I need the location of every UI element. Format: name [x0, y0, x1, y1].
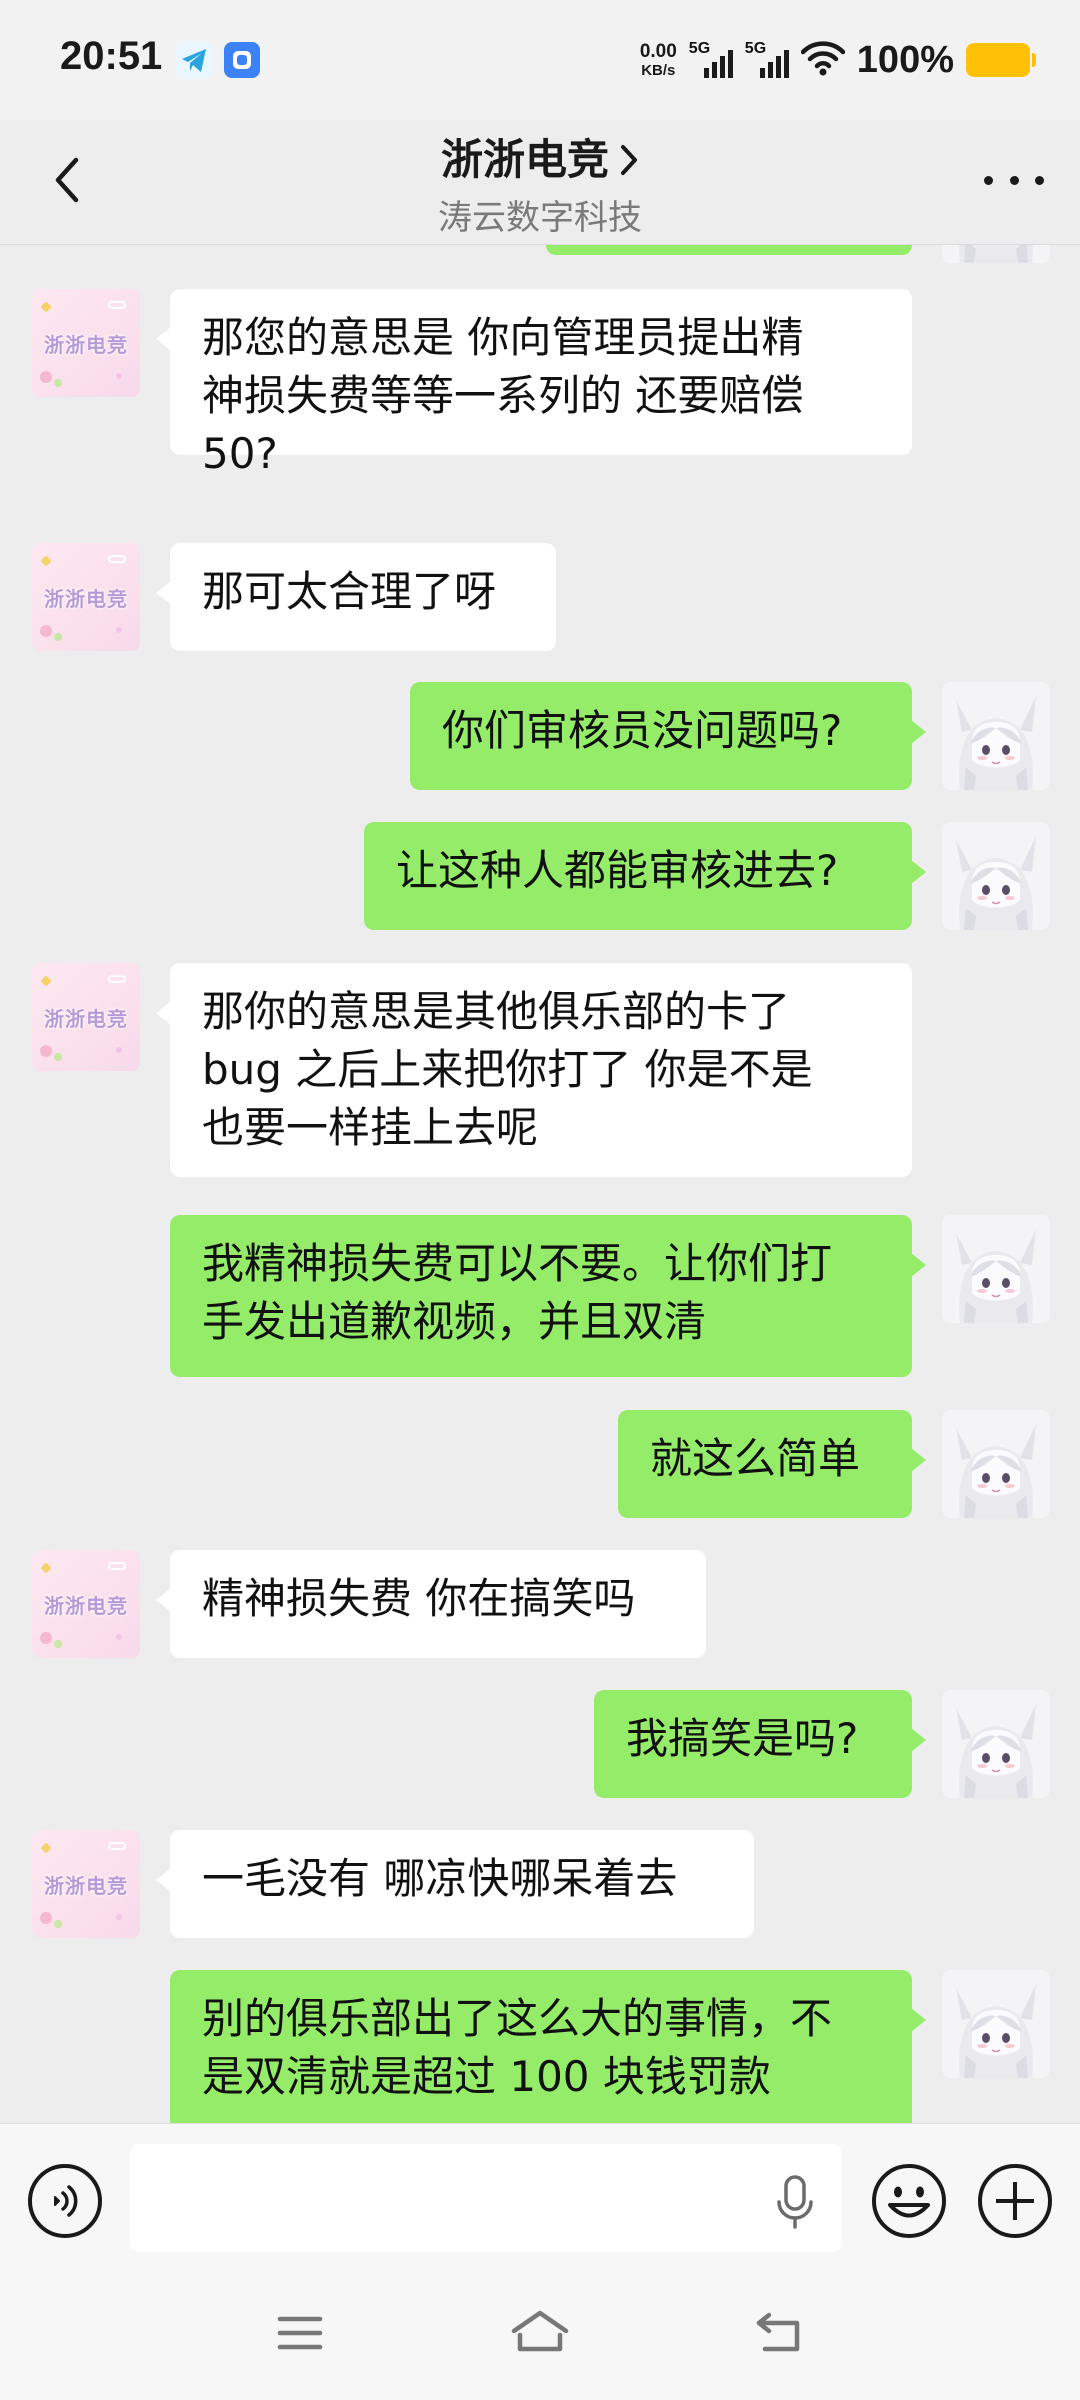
message-bubble-incoming[interactable]: 那您的意思是 你向管理员提出精 神损失费等等一系列的 还要赔偿 50?	[156, 289, 912, 478]
contact-avatar[interactable]: 浙浙电竞	[32, 963, 140, 1071]
emoji-icon	[872, 2164, 946, 2238]
battery-icon	[966, 43, 1036, 77]
contact-avatar[interactable]: 浙浙电竞	[32, 289, 140, 397]
system-nav-bar	[0, 2273, 1080, 2400]
menu-icon	[277, 2316, 323, 2350]
message-bubble-incoming[interactable]: 精神损失费 你在搞笑吗	[156, 1550, 706, 1658]
back-icon	[756, 2312, 800, 2352]
home-icon	[511, 2310, 569, 2352]
more-dots-icon	[984, 175, 993, 185]
message-input[interactable]	[130, 2144, 842, 2252]
chat-header: 浙浙电竞 涛云数字科技	[0, 120, 1080, 245]
avatar-label: 浙浙电竞	[44, 1007, 128, 1031]
chevron-right-icon	[619, 138, 639, 187]
message-bubble-outgoing[interactable]: 别的俱乐部出了这么大的事情，不 是双清就是超过 100 块钱罚款	[170, 1970, 926, 2123]
voice-button[interactable]	[28, 2164, 102, 2238]
mic-icon	[777, 2175, 813, 2229]
my-avatar[interactable]	[942, 1690, 1050, 1798]
message-bubble-incoming[interactable]: 那你的意思是其他俱乐部的卡了 bug 之后上来把你打了 你是不是 也要一样挂上去…	[156, 963, 912, 1177]
mic-button[interactable]	[768, 2170, 822, 2234]
message-bubble-outgoing[interactable]: 你们审核员没问题吗?	[410, 682, 926, 790]
emoji-button[interactable]	[870, 2162, 948, 2240]
nav-menu-button[interactable]	[260, 2301, 340, 2365]
message-bubble-outgoing[interactable]: 让这种人都能审核进去?	[364, 822, 926, 930]
message-bubble-outgoing[interactable]: 我精神损失费可以不要。让你们打 手发出道歉视频，并且双清	[170, 1215, 926, 1377]
message-bubble-outgoing[interactable]: 我搞笑是吗?	[594, 1690, 926, 1798]
contact-avatar[interactable]: 浙浙电竞	[32, 543, 140, 651]
voice-icon	[54, 2185, 78, 2217]
message-bubble-incoming[interactable]: 一毛没有 哪凉快哪呆着去	[156, 1830, 754, 1938]
more-button[interactable]	[984, 168, 1044, 192]
notification-app-icon	[224, 42, 260, 78]
my-avatar[interactable]	[942, 1215, 1050, 1323]
status-bar: 20:51 0.00 KB/s 5G 5G 100%	[0, 0, 1080, 120]
my-avatar[interactable]	[942, 1410, 1050, 1518]
contact-avatar[interactable]: 浙浙电竞	[32, 1830, 140, 1938]
my-avatar[interactable]	[942, 1970, 1050, 2078]
chat-title-text: 浙浙电竞	[440, 135, 609, 184]
avatar-label: 浙浙电竞	[44, 1874, 128, 1898]
message-bubble-outgoing[interactable]: 就这么简单	[618, 1410, 926, 1518]
network-speed-unit: KB/s	[641, 62, 676, 79]
wifi-icon	[800, 40, 846, 80]
telegram-icon	[176, 42, 212, 78]
my-avatar[interactable]	[942, 822, 1050, 930]
signal-icon: 5G	[745, 40, 789, 80]
my-avatar[interactable]	[942, 682, 1050, 790]
avatar-label: 浙浙电竞	[44, 587, 128, 611]
nav-back-button[interactable]	[740, 2301, 820, 2365]
more-dot	[1035, 175, 1044, 185]
more-dot	[1009, 175, 1019, 185]
plus-button[interactable]	[978, 2164, 1052, 2238]
avatar-label: 浙浙电竞	[44, 333, 128, 357]
message-bubble-clipped	[546, 245, 912, 255]
status-time: 20:51	[60, 34, 163, 78]
signal-icon: 5G	[689, 40, 733, 80]
avatar-label: 浙浙电竞	[44, 1594, 128, 1618]
chat-title[interactable]: 浙浙电竞	[0, 126, 1080, 187]
network-speed: 0.00 KB/s	[640, 42, 677, 78]
input-bar	[0, 2123, 1080, 2273]
network-speed-value: 0.00	[639, 41, 677, 62]
battery-percent: 100%	[856, 38, 954, 81]
chat-subtitle: 涛云数字科技	[438, 198, 642, 238]
status-indicators: 0.00 KB/s 5G 5G 100%	[640, 36, 1036, 84]
contact-avatar[interactable]: 浙浙电竞	[32, 1550, 140, 1658]
message-bubble-incoming[interactable]: 那可太合理了呀	[156, 543, 556, 651]
nav-home-button[interactable]	[500, 2301, 580, 2365]
my-avatar[interactable]	[942, 245, 1050, 263]
message-list[interactable]: 浙浙电竞 那您的意思是 你向管理员提出精 神损失费等等一系列的 还要赔偿 50?…	[0, 245, 1080, 2123]
